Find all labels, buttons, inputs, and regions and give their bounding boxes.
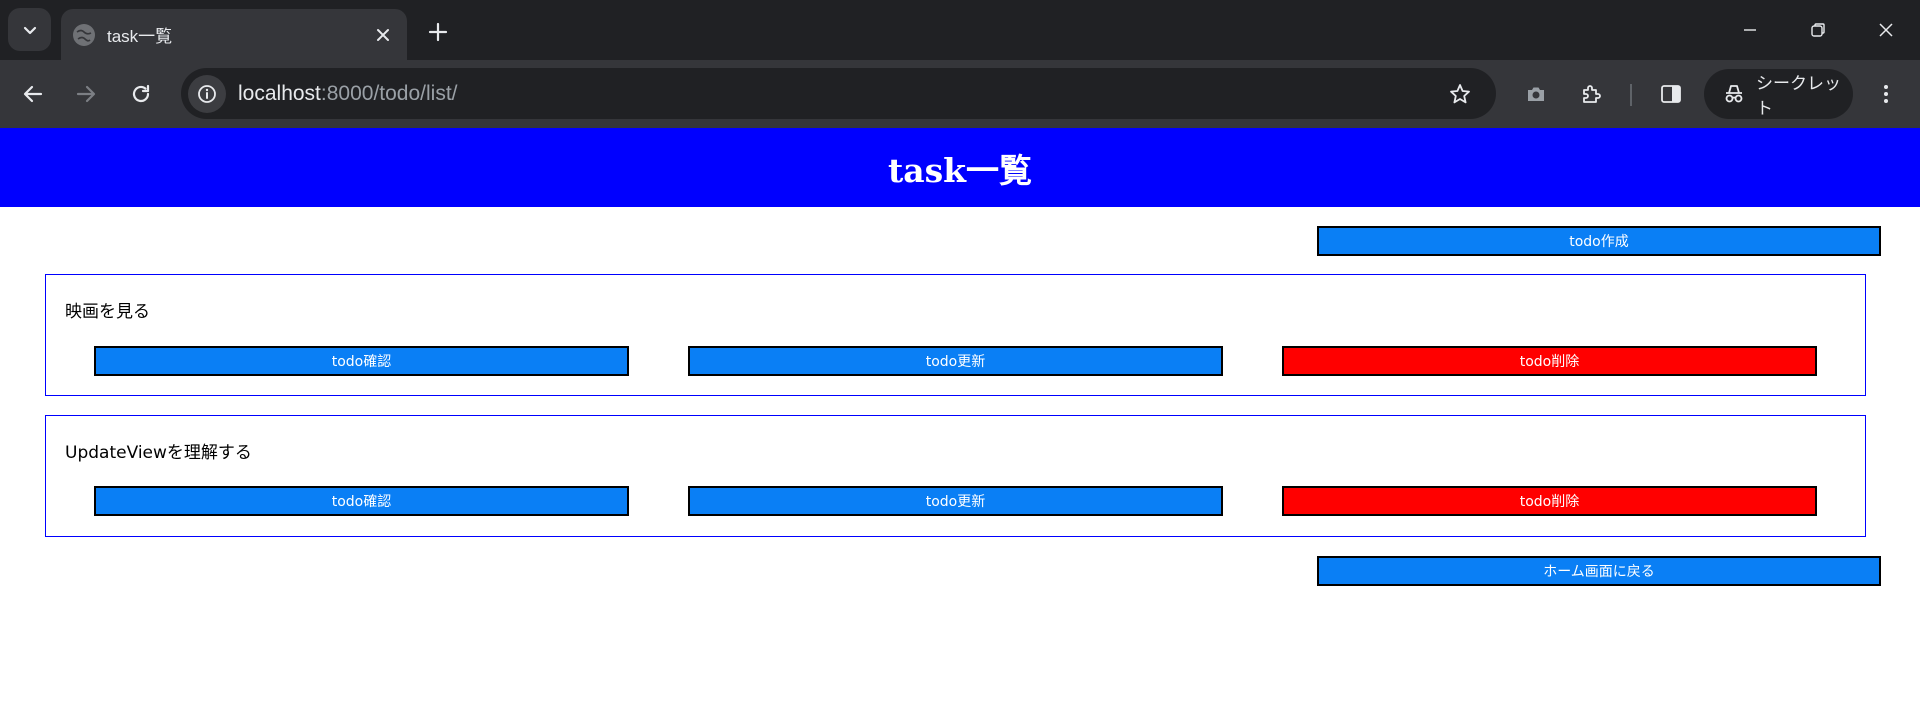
chevron-down-icon bbox=[23, 26, 36, 34]
globe-icon bbox=[73, 23, 95, 46]
browser-titlebar: task一覧 bbox=[0, 0, 1920, 60]
window-controls bbox=[1716, 0, 1920, 60]
plus-icon bbox=[428, 22, 448, 42]
menu-kebab-icon[interactable] bbox=[1866, 74, 1906, 114]
close-tab-icon[interactable] bbox=[371, 23, 395, 47]
todo-detail-button[interactable]: todo確認 bbox=[94, 346, 629, 376]
back-button[interactable] bbox=[13, 74, 53, 114]
browser-toolbar: localhost:8000/todo/list/ シークレット bbox=[0, 60, 1920, 128]
toolbar-divider bbox=[1630, 84, 1632, 106]
incognito-indicator[interactable]: シークレット bbox=[1704, 69, 1853, 119]
page-title: task一覧 bbox=[887, 150, 1033, 190]
reload-icon bbox=[132, 84, 150, 103]
tab-title: task一覧 bbox=[107, 27, 173, 46]
task-card: 映画を見る todo確認 todo更新 todo削除 bbox=[45, 274, 1866, 396]
task-card: UpdateViewを理解する todo確認 todo更新 todo削除 bbox=[45, 415, 1866, 537]
create-todo-button[interactable]: todo作成 bbox=[1317, 226, 1881, 256]
todo-update-button[interactable]: todo更新 bbox=[688, 486, 1223, 516]
todo-delete-button[interactable]: todo削除 bbox=[1282, 346, 1817, 376]
close-icon bbox=[1879, 23, 1893, 37]
todo-update-button[interactable]: todo更新 bbox=[688, 346, 1223, 376]
minimize-button[interactable] bbox=[1716, 0, 1784, 60]
arrow-left-icon bbox=[23, 85, 43, 103]
todo-delete-button[interactable]: todo削除 bbox=[1282, 486, 1817, 516]
page-content: task一覧 todo作成 映画を見る todo確認 todo更新 todo削除… bbox=[0, 128, 1920, 704]
incognito-icon bbox=[1722, 82, 1746, 106]
forward-button[interactable] bbox=[66, 74, 106, 114]
restore-icon bbox=[1811, 23, 1825, 37]
url-text[interactable]: localhost:8000/todo/list/ bbox=[238, 82, 1440, 106]
task-title: UpdateViewを理解する bbox=[65, 443, 252, 463]
url-path: :8000/todo/list/ bbox=[320, 81, 458, 105]
arrow-right-icon bbox=[76, 85, 96, 103]
minimize-icon bbox=[1744, 29, 1756, 31]
close-window-button[interactable] bbox=[1852, 0, 1920, 60]
reload-button[interactable] bbox=[121, 74, 161, 114]
screenshot-camera-icon[interactable] bbox=[1516, 74, 1556, 114]
new-tab-button[interactable] bbox=[420, 14, 456, 50]
back-to-home-button[interactable]: ホーム画面に戻る bbox=[1317, 556, 1881, 586]
task-title: 映画を見る bbox=[65, 302, 150, 322]
browser-tab-active[interactable]: task一覧 bbox=[61, 9, 407, 60]
url-host: localhost bbox=[238, 81, 321, 105]
page-header: task一覧 bbox=[0, 128, 1920, 207]
bookmark-star-icon[interactable] bbox=[1440, 74, 1480, 114]
incognito-label: シークレット bbox=[1756, 74, 1841, 118]
site-info-icon[interactable] bbox=[188, 74, 226, 113]
tab-search-button[interactable] bbox=[8, 8, 51, 51]
address-bar[interactable]: localhost:8000/todo/list/ bbox=[181, 68, 1496, 119]
extensions-puzzle-icon[interactable] bbox=[1571, 74, 1611, 114]
restore-button[interactable] bbox=[1784, 0, 1852, 60]
side-panel-icon[interactable] bbox=[1651, 74, 1691, 114]
todo-detail-button[interactable]: todo確認 bbox=[94, 486, 629, 516]
